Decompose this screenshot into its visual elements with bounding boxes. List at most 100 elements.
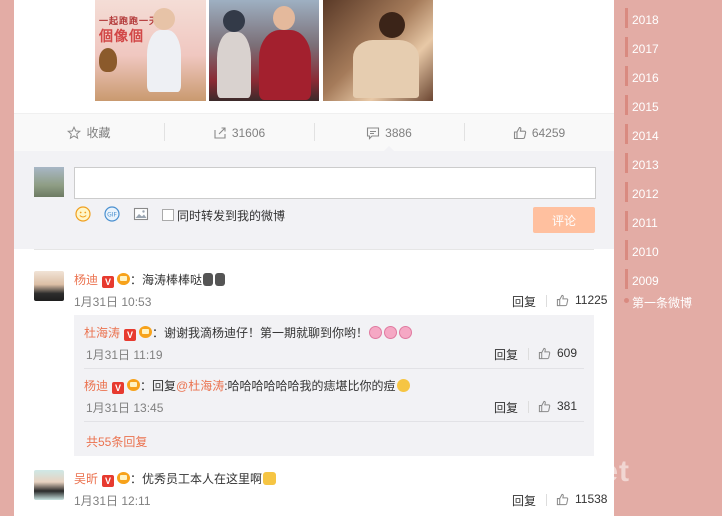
timeline-bar	[625, 269, 628, 289]
timeline-bar	[625, 37, 628, 57]
divider	[528, 401, 529, 413]
reply-button[interactable]: 回复	[512, 293, 536, 310]
reply-text: ：谢谢我滴杨迪仔！第一期就聊到你哟！	[152, 326, 369, 340]
reply-like-count: 381	[557, 399, 578, 413]
timeline-bar	[625, 211, 628, 231]
comment-like-count: 11538	[575, 492, 608, 506]
person-head	[153, 8, 175, 30]
repost-count: 31606	[231, 125, 266, 140]
comment-author[interactable]: 吴昕	[74, 472, 98, 486]
timeline-year-2011[interactable]: 2011	[632, 216, 658, 230]
comment-like-button[interactable]: 11225	[556, 293, 607, 307]
also-repost-label: 同时转发到我的微博	[177, 209, 286, 223]
timeline-year-2017[interactable]: 2017	[632, 42, 659, 56]
post-action-bar: 收藏 31606 3886 64259	[14, 113, 614, 152]
like-count: 64259	[531, 125, 566, 140]
divider	[546, 295, 547, 307]
timeline-year-2013[interactable]: 2013	[632, 158, 659, 172]
pig-emoji-icon	[384, 326, 398, 339]
thumbs-up-icon	[538, 347, 551, 359]
image-icon[interactable]	[133, 206, 149, 222]
avatar[interactable]	[34, 470, 64, 500]
gif-icon[interactable]: GIF	[104, 206, 120, 222]
reply-button[interactable]: 回复	[494, 346, 518, 363]
timeline-year-2018[interactable]: 2018	[632, 13, 659, 27]
comment-time: 1月31日 12:11	[74, 494, 151, 508]
timeline-dot-icon	[624, 298, 629, 303]
person-figure	[353, 40, 419, 98]
repost-button[interactable]: 31606	[164, 114, 314, 151]
divider	[84, 368, 584, 369]
person-figure	[147, 30, 181, 92]
verified-badge-icon: V	[124, 329, 137, 341]
member-crown-icon	[127, 379, 141, 391]
reply-body: 杜海涛 V ：谢谢我滴杨迪仔！第一期就聊到你哟！	[84, 324, 413, 341]
member-crown-icon	[117, 273, 131, 285]
favorite-button[interactable]: 收藏	[14, 114, 164, 151]
poster-image[interactable]: 一起跑跑一天 個像個	[95, 0, 206, 101]
reply-prefix: ：回复	[140, 379, 177, 393]
comment-text: ：优秀员工本人在这里啊	[130, 472, 263, 486]
comment-icon	[367, 126, 380, 140]
timeline-year-2009[interactable]: 2009	[632, 274, 659, 288]
timeline-year-2012[interactable]: 2012	[632, 187, 659, 201]
comment-author[interactable]: 杨迪	[74, 273, 98, 287]
divider	[84, 421, 584, 422]
timeline-bar	[625, 240, 628, 260]
pig-emoji-icon	[369, 326, 383, 339]
timeline-bar	[625, 124, 628, 144]
first-post-link[interactable]: 第一条微博	[632, 294, 692, 311]
timeline-year-2010[interactable]: 2010	[632, 245, 659, 259]
person-head	[379, 12, 405, 38]
thumbs-up-icon	[556, 493, 569, 505]
divider	[34, 249, 594, 250]
reply-thread: 杜海涛 V ：谢谢我滴杨迪仔！第一期就聊到你哟！ 1月31日 11:19 回复 60…	[74, 315, 594, 456]
comment-text: ：海涛棒棒哒	[130, 273, 203, 287]
divider	[546, 494, 547, 506]
divider	[528, 348, 529, 360]
reply-time: 1月31日 11:19	[86, 348, 163, 362]
comment-input[interactable]	[74, 167, 596, 199]
star-icon	[67, 125, 82, 139]
svg-text:GIF: GIF	[107, 212, 117, 219]
reply-like-button[interactable]: 381	[538, 399, 577, 413]
reply-button[interactable]: 回复	[512, 492, 536, 509]
year-timeline: 2018 2017 2016 2015 2014 2013 2012 2011 …	[624, 0, 722, 516]
timeline-bar	[625, 8, 628, 28]
timeline-bar	[625, 153, 628, 173]
timeline-bar	[625, 182, 628, 202]
weibo-post-card: 一起跑跑一天 個像個 收藏 31606 3886 64259 GIF 同时转发到…	[14, 0, 614, 516]
timeline-year-2016[interactable]: 2016	[632, 71, 659, 85]
reply-like-button[interactable]: 609	[538, 346, 577, 360]
verified-badge-icon: V	[102, 276, 115, 288]
avatar[interactable]	[34, 271, 64, 301]
bear-figure	[99, 48, 117, 72]
like-button[interactable]: 64259	[464, 114, 614, 151]
laugh-emoji-icon	[396, 379, 410, 392]
comment-like-count: 11225	[575, 293, 608, 307]
site-watermark: yangwo.net	[455, 455, 631, 488]
mention-link[interactable]: @杜海涛	[176, 379, 224, 393]
person-head	[273, 6, 295, 30]
timeline-year-2014[interactable]: 2014	[632, 129, 659, 143]
poster-caption-2: 個像個	[99, 29, 144, 45]
photo-winter-couple[interactable]	[209, 0, 319, 101]
photo-bed-scene[interactable]	[323, 0, 433, 101]
more-replies-link[interactable]: 共55条回复	[86, 433, 147, 450]
clap-emoji-icon	[203, 273, 214, 286]
emoji-icon[interactable]	[75, 206, 91, 222]
comment-button[interactable]: 3886	[314, 114, 464, 152]
reply-button[interactable]: 回复	[494, 399, 518, 416]
comment-body: 吴昕 V ：优秀员工本人在这里啊	[74, 470, 277, 487]
also-repost-checkbox[interactable]	[162, 209, 174, 221]
clap-emoji-icon	[215, 273, 226, 286]
reply-author[interactable]: 杜海涛	[84, 326, 120, 340]
timeline-bar	[625, 66, 628, 86]
timeline-year-2015[interactable]: 2015	[632, 100, 659, 114]
comment-count: 3886	[385, 125, 412, 140]
person-figure	[217, 32, 251, 98]
submit-comment-button[interactable]: 评论	[533, 207, 595, 233]
reply-author[interactable]: 杨迪	[84, 379, 108, 393]
comment-like-button[interactable]: 11538	[556, 492, 607, 506]
verified-badge-icon: V	[112, 382, 125, 394]
